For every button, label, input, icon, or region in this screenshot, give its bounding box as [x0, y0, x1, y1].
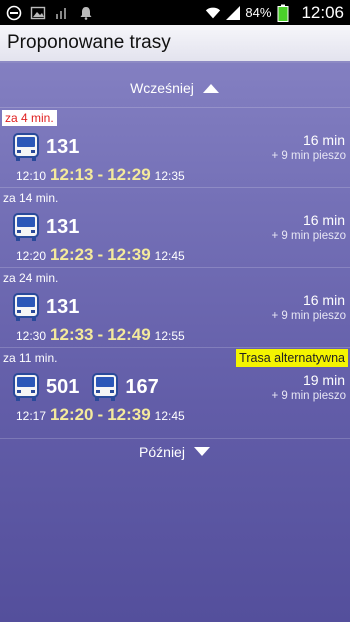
arrival-time: 12:39 [107, 405, 151, 424]
route-times: 12:10 12:13-12:29 12:35 [16, 165, 185, 184]
departure-time: 12:13 [50, 165, 94, 184]
route-eta: za 11 min. [3, 351, 58, 365]
route-duration: 16 min [302, 132, 345, 148]
bus-icon [13, 373, 39, 401]
status-bar: 84% 12:06 [0, 0, 350, 25]
route-walk-time: + 9 min pieszo [271, 230, 346, 242]
route-times: 12:17 12:20-12:39 12:45 [16, 405, 185, 424]
later-button[interactable]: Później [0, 438, 350, 464]
route-walk-time: + 9 min pieszo [271, 310, 346, 322]
bus-icon [13, 213, 39, 241]
image-icon [30, 5, 46, 21]
route-lines: 131 [12, 213, 79, 242]
final-time: 12:45 [154, 409, 185, 423]
route-walk-time: + 9 min pieszo [271, 150, 346, 162]
route-eta: za 24 min. [3, 271, 59, 285]
route-duration: 16 min [302, 292, 345, 308]
arrival-time: 12:49 [107, 325, 151, 344]
departure-time: 12:20 [50, 405, 94, 424]
line-number: 501 [46, 376, 80, 398]
walk-start-time: 12:30 [16, 329, 47, 343]
signal-icon [225, 5, 241, 21]
page-title: Proponowane trasy [7, 32, 171, 53]
bell-icon [78, 5, 94, 21]
clock: 12:06 [301, 2, 344, 22]
route-times: 12:30 12:33-12:49 12:55 [16, 325, 185, 344]
route-item[interactable]: za 4 min. 16 min + 9 min pieszo 131 12:1… [0, 107, 350, 187]
later-label: Później [139, 443, 185, 460]
bus-icon [13, 293, 39, 321]
route-lines: 131 [12, 293, 79, 322]
title-bar: Proponowane trasy [0, 25, 350, 63]
arrival-time: 12:29 [107, 165, 151, 184]
earlier-button[interactable]: Wcześniej [0, 75, 350, 101]
route-lines: 131 [12, 133, 79, 162]
line-number: 131 [46, 216, 80, 238]
route-lines: 501 167 [12, 373, 159, 402]
route-item[interactable]: za 14 min. 16 min + 9 min pieszo 131 12:… [0, 187, 350, 267]
line-number: 131 [46, 136, 80, 158]
walk-start-time: 12:20 [16, 249, 47, 263]
chevron-down-icon [193, 446, 210, 456]
departure-time: 12:23 [50, 245, 94, 264]
route-duration: 16 min [302, 212, 345, 228]
route-duration: 19 min [302, 372, 345, 388]
walk-start-time: 12:10 [16, 169, 47, 183]
departure-time: 12:33 [50, 325, 94, 344]
minus-circle-icon [6, 5, 22, 21]
route-eta: za 4 min. [2, 110, 57, 126]
route-walk-time: + 9 min pieszo [271, 390, 346, 402]
bars-icon [54, 5, 70, 21]
final-time: 12:35 [154, 169, 185, 183]
final-time: 12:45 [154, 249, 185, 263]
earlier-label: Wcześniej [130, 80, 194, 96]
line-number: 131 [46, 296, 80, 318]
route-item[interactable]: za 11 min. Trasa alternatywna 19 min + 9… [0, 347, 350, 427]
arrival-time: 12:39 [107, 245, 151, 264]
chevron-up-icon [202, 84, 219, 93]
wifi-icon [205, 5, 221, 21]
route-times: 12:20 12:23-12:39 12:45 [16, 245, 185, 264]
battery-percent: 84% [245, 5, 272, 20]
route-eta: za 14 min. [3, 191, 59, 205]
alternative-route-badge: Trasa alternatywna [236, 349, 348, 367]
walk-start-time: 12:17 [16, 409, 47, 423]
final-time: 12:55 [154, 329, 185, 343]
route-item[interactable]: za 24 min. 16 min + 9 min pieszo 131 12:… [0, 267, 350, 347]
bus-icon [13, 133, 39, 161]
battery-icon [275, 4, 291, 22]
bus-icon [92, 373, 119, 401]
line-number: 167 [125, 376, 159, 398]
